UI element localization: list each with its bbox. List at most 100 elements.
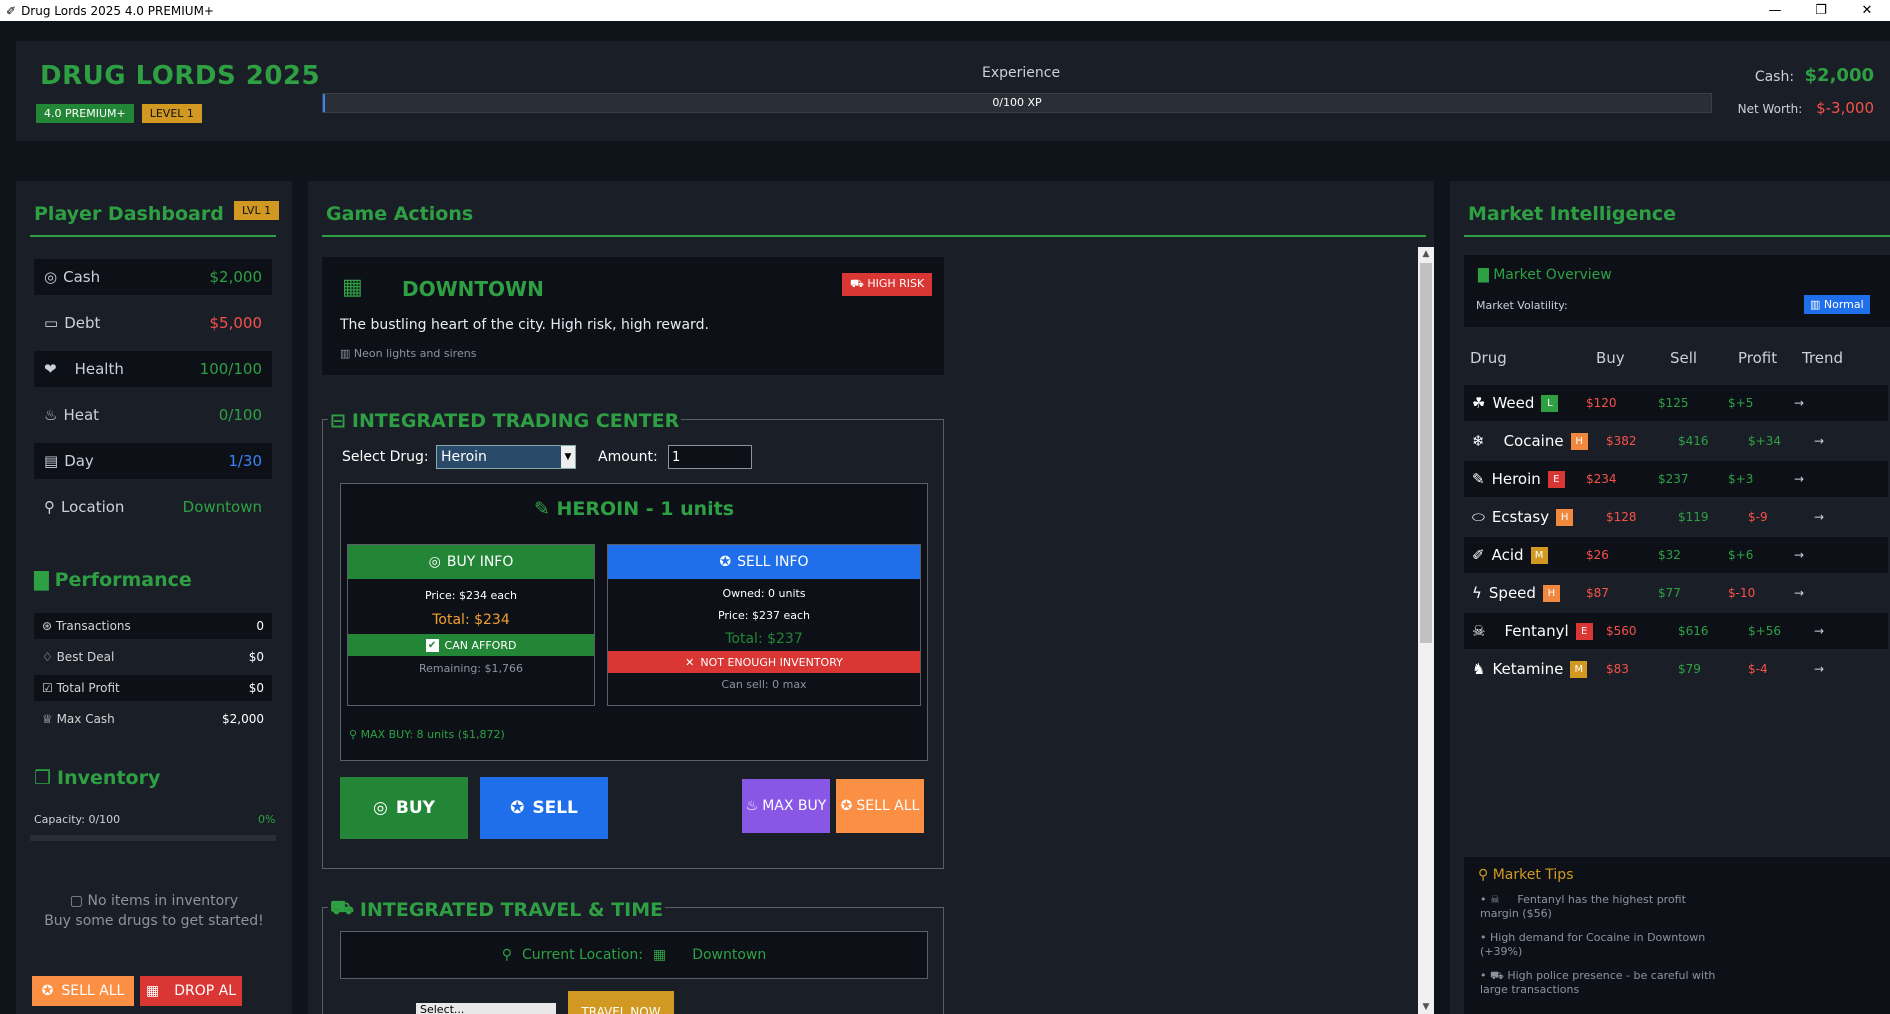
sell-total: Total: $237 (725, 631, 803, 647)
market-intelligence-panel: Market Intelligence ▇ Market Overview Ma… (1450, 181, 1890, 1014)
sell-info-header: ✪ SELL INFO (608, 545, 920, 579)
travel-select[interactable]: Select... (416, 1003, 556, 1014)
sell-price: Price: $237 each (717, 609, 811, 622)
location-card: ▦ DOWNTOWN ⛟ HIGH RISK The bustling hear… (322, 257, 944, 375)
pill-icon: ⬭ (1472, 508, 1485, 526)
market-buy-price: $83 (1606, 662, 1629, 676)
sell-button[interactable]: ✪ SELL (480, 777, 608, 839)
drop-all-button[interactable]: ▦ DROP AL (140, 976, 242, 1006)
drug-select[interactable]: Heroin ▼ (436, 445, 576, 469)
market-profit: $+56 (1748, 624, 1781, 638)
market-row-ecstasy[interactable]: ⬭ Ecstasy H $128 $119 $-9 → (1464, 499, 1888, 535)
buy-button[interactable]: ◎ BUY (340, 777, 468, 839)
market-drug-name: Ketamine (1492, 660, 1564, 678)
market-row-heroin[interactable]: ✎ Heroin E $234 $237 $+3 → (1464, 461, 1888, 497)
max-buy-hint: ⚲ MAX BUY: 8 units ($1,872) (349, 728, 505, 741)
market-profit: $-10 (1728, 586, 1756, 600)
market-drug-cell: ⬭ Ecstasy H (1472, 508, 1574, 526)
current-location-label: Current Location: (522, 947, 643, 963)
x-icon: ✕ (685, 655, 695, 669)
performance-title: ▇ Performance (34, 569, 192, 591)
risk-tier-badge: H (1542, 584, 1560, 602)
market-row-cocaine[interactable]: ❄ Cocaine H $382 $416 $+34 → (1464, 423, 1888, 459)
stat-value: 100/100 (199, 360, 262, 378)
market-tips-box: ⚲ Market Tips • ☠ Fentanyl has the highe… (1464, 857, 1890, 1014)
market-profit: $+34 (1748, 434, 1781, 448)
market-row-weed[interactable]: ☘ Weed L $120 $125 $+5 → (1464, 385, 1888, 421)
center-scrollbar[interactable]: ▲ ▼ (1418, 247, 1434, 1014)
stat-cash: ◎ Cash $2,000 (34, 259, 272, 295)
capacity-bar (30, 835, 276, 841)
market-row-speed[interactable]: ϟ Speed H $87 $77 $-10 → (1464, 575, 1888, 611)
divider (30, 235, 276, 237)
market-trend: → (1814, 662, 1825, 676)
market-profit: $-9 (1748, 510, 1768, 524)
col-sell: Sell (1670, 349, 1698, 367)
market-buy-price: $234 (1586, 472, 1617, 486)
market-trend: → (1814, 510, 1825, 524)
header-networth: Net Worth: $-3,000 (1738, 99, 1874, 117)
market-row-ketamine[interactable]: ♞ Ketamine M $83 $79 $-4 → (1464, 651, 1888, 687)
dashboard-sell-all-button[interactable]: ✪ SELL ALL (32, 976, 134, 1006)
heart-icon: ❤ (44, 360, 57, 378)
buy-remaining: Remaining: $1,766 (418, 662, 524, 675)
tip-1: • ☠ Fentanyl has the highest profit marg… (1480, 893, 1686, 920)
market-drug-cell: ❄ Cocaine H (1472, 432, 1588, 450)
skull-icon: ☠ (1490, 893, 1504, 906)
market-sell-price: $125 (1658, 396, 1689, 410)
xp-progress-fill (323, 94, 325, 112)
chart-icon: ▥ (1810, 298, 1824, 311)
money-bag-icon: ◎ (44, 268, 58, 286)
amount-input[interactable] (668, 445, 752, 469)
capacity-label: Capacity: 0/100 (34, 813, 121, 826)
sell-owned: Owned: 0 units (722, 587, 806, 600)
market-row-fentanyl[interactable]: ☠ Fentanyl E $560 $616 $+56 → (1464, 613, 1888, 649)
diamond-icon: ♢ (42, 650, 57, 664)
inventory-empty: ▢ No items in inventory Buy some drugs t… (16, 891, 292, 931)
sell-all-button[interactable]: ✪ SELL ALL (836, 779, 924, 833)
market-profit: $-4 (1748, 662, 1768, 676)
car-icon: ⛟ (330, 897, 354, 919)
sell-all-button-label: SELL ALL (856, 798, 920, 814)
market-drug-name: Acid (1491, 546, 1524, 564)
chevron-down-icon[interactable]: ▼ (561, 446, 575, 468)
market-trend: → (1814, 434, 1825, 448)
inventory-status-text: NOT ENOUGH INVENTORY (700, 655, 843, 669)
market-buy-price: $560 (1606, 624, 1637, 638)
travel-now-button[interactable]: TRAVEL NOW (568, 991, 674, 1014)
volatility-value: Normal (1823, 298, 1864, 311)
minimize-button[interactable]: — (1752, 0, 1798, 21)
handshake-icon: ✪ (41, 983, 54, 999)
leaf-icon: ☘ (1472, 394, 1486, 412)
perf-label: Total Profit (56, 681, 120, 695)
app-icon: ✐ (6, 3, 17, 18)
market-trend: → (1794, 396, 1805, 410)
buy-total: Total: $234 (432, 612, 510, 628)
window-titlebar: ✐ Drug Lords 2025 4.0 PREMIUM+ — ❐ ✕ (0, 0, 1890, 21)
can-sell: Can sell: 0 max (721, 678, 807, 691)
stat-label: Heat (63, 406, 100, 424)
snowflake-icon: ❄ (1472, 432, 1485, 450)
restore-button[interactable]: ❐ (1798, 0, 1844, 21)
market-sell-price: $32 (1658, 548, 1681, 562)
empty-line1: No items in inventory (87, 893, 239, 909)
max-buy-button[interactable]: ♨ MAX BUY (742, 779, 830, 833)
handshake-icon: ✪ (840, 798, 853, 814)
tip-2-text: High demand for Cocaine in Downtown (+39… (1480, 931, 1706, 958)
market-buy-price: $128 (1606, 510, 1637, 524)
sell-info-title: SELL INFO (737, 554, 809, 570)
current-location-box: ⚲ Current Location: ▦ Downtown (340, 931, 928, 979)
market-drug-cell: ✐ Acid M (1472, 546, 1548, 564)
stat-debt: ▭ Debt $5,000 (34, 305, 272, 341)
money-bag-icon: ◎ (428, 554, 441, 570)
risk-tier-badge: M (1570, 660, 1588, 678)
volatility-badge: ▥ Normal (1804, 295, 1870, 314)
market-drug-name: Cocaine (1503, 432, 1564, 450)
close-button[interactable]: ✕ (1844, 0, 1890, 21)
scroll-thumb[interactable] (1420, 263, 1432, 643)
market-row-acid[interactable]: ✐ Acid M $26 $32 $+6 → (1464, 537, 1888, 573)
scroll-down-icon[interactable]: ▼ (1418, 1000, 1434, 1014)
stat-label: Location (61, 498, 125, 516)
lvl-badge: LVL 1 (234, 201, 280, 220)
scroll-up-icon[interactable]: ▲ (1418, 247, 1434, 261)
